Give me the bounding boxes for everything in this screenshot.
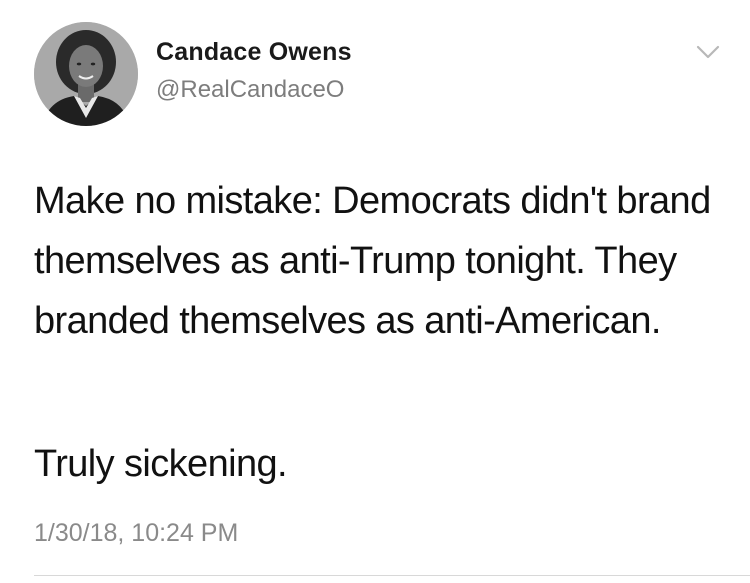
author-display-name[interactable]: Candace Owens <box>156 38 352 67</box>
tweet-menu-button[interactable] <box>692 40 724 64</box>
tweet-timestamp[interactable]: 1/30/18, 10:24 PM <box>34 519 238 548</box>
author-handle[interactable]: @RealCandaceO <box>156 76 344 104</box>
tweet-text-second-paragraph: Truly sickening. <box>34 443 288 485</box>
profile-photo-icon <box>34 22 138 126</box>
tweet-text: Make no mistake: Democrats didn't brand … <box>34 180 711 342</box>
avatar[interactable] <box>34 22 138 126</box>
divider <box>34 575 750 576</box>
chevron-down-icon <box>696 45 720 59</box>
tweet-card: Candace Owens @RealCandaceO Make no mist… <box>0 0 750 583</box>
